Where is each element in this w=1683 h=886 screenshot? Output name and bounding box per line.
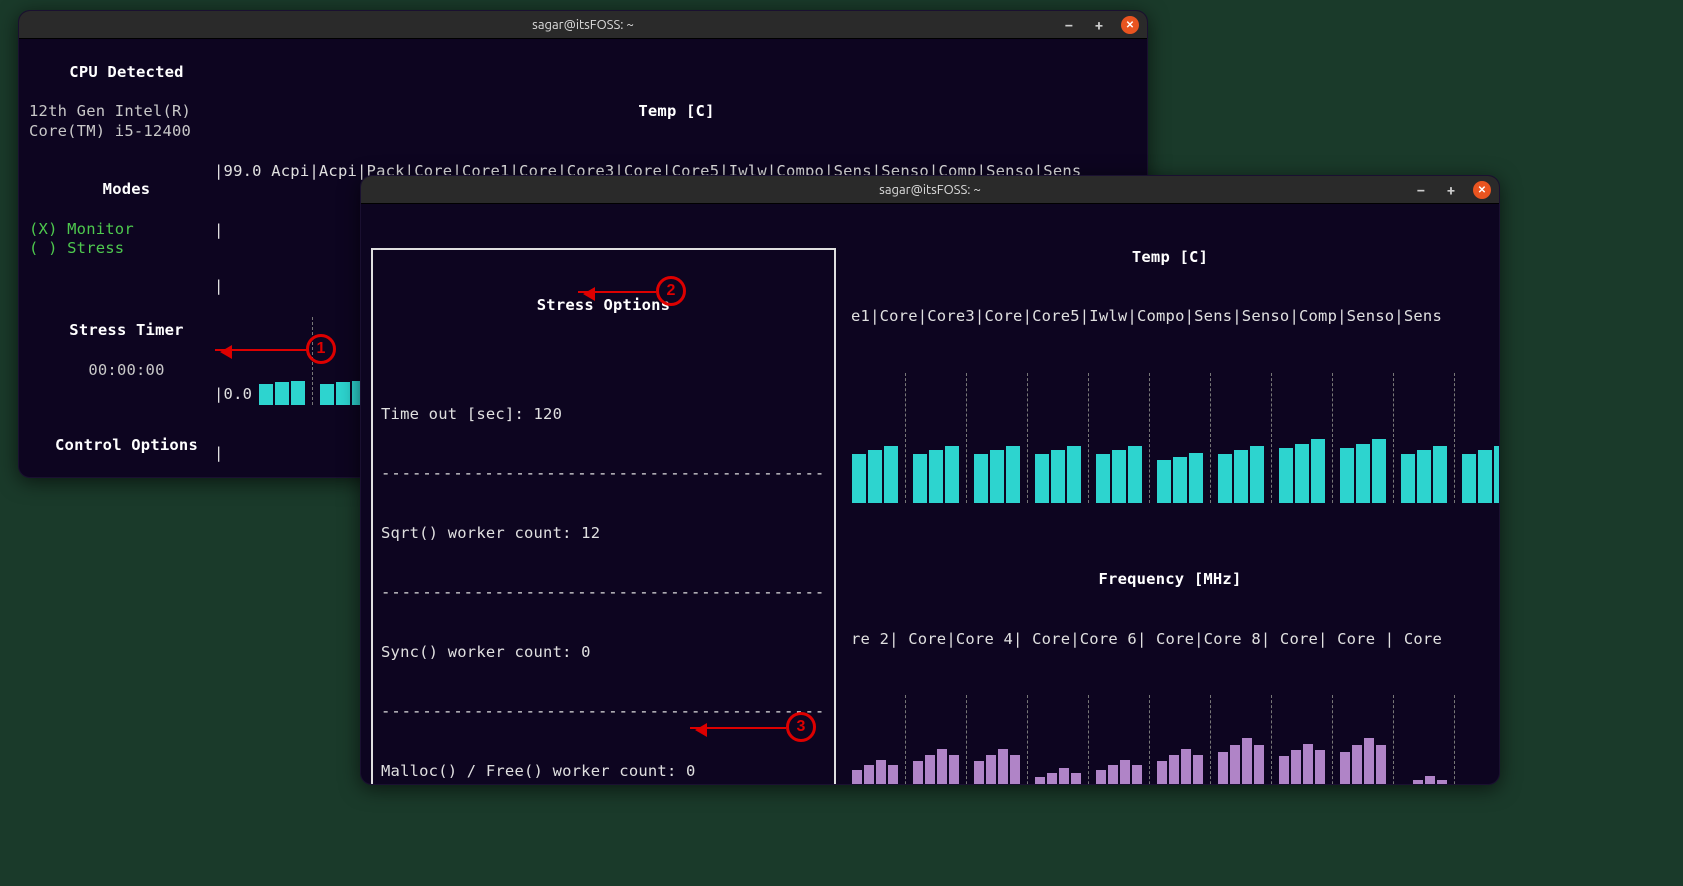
stress-options-dialog: Stress Options Time out [sec]: 120 -----… xyxy=(371,248,836,785)
temp-chart-2 xyxy=(851,373,1489,503)
maximize-icon[interactable]: + xyxy=(1443,182,1459,198)
callout-1: 1 xyxy=(306,334,336,364)
temp-columns-2: e1|Core|Core3|Core|Core5|Iwlw|Compo|Sens… xyxy=(851,307,1489,327)
callout-3: 3 xyxy=(786,712,816,742)
arrow-2 xyxy=(578,291,656,293)
maximize-icon[interactable]: + xyxy=(1091,17,1107,33)
temp-label-2: Temp [C] xyxy=(1132,248,1208,266)
arrow-3 xyxy=(690,727,786,729)
minimize-icon[interactable]: − xyxy=(1061,17,1077,33)
freq-label-2: Frequency [MHz] xyxy=(1099,570,1242,588)
stress-malloc[interactable]: Malloc() / Free() worker count: 0 xyxy=(381,762,826,782)
stress-sync[interactable]: Sync() worker count: 0 xyxy=(381,643,826,663)
close-icon[interactable]: ✕ xyxy=(1473,181,1491,199)
callout-2: 2 xyxy=(656,276,686,306)
mode-stress[interactable]: ( ) Stress xyxy=(29,239,224,259)
control-options-label: Control Options xyxy=(29,436,224,456)
cpu-model: 12th Gen Intel(R) Core(TM) i5-12400 xyxy=(29,102,191,140)
divider: ----------------------------------------… xyxy=(381,702,826,722)
window-title-1: sagar@itsFOSS: ~ xyxy=(532,18,634,32)
titlebar-1: sagar@itsFOSS: ~ − + ✕ xyxy=(19,11,1147,39)
temp-ymin: 0.0 xyxy=(224,385,253,405)
dialog-title: Stress Options xyxy=(381,296,826,316)
stress-timer-label: Stress Timer xyxy=(29,321,224,341)
close-icon[interactable]: ✕ xyxy=(1121,16,1139,34)
terminal-body-2: Temp [C] e1|Core|Core3|Core|Core5|Iwlw|C… xyxy=(361,204,1499,780)
titlebar-2: sagar@itsFOSS: ~ − + ✕ xyxy=(361,176,1499,204)
stress-timeout[interactable]: Time out [sec]: 120 xyxy=(381,405,826,425)
stress-timer-value: 00:00:00 xyxy=(29,361,224,381)
temp-label-1: Temp [C] xyxy=(638,102,714,120)
divider: ----------------------------------------… xyxy=(381,464,826,484)
stress-sqrt[interactable]: Sqrt() worker count: 12 xyxy=(381,524,826,544)
minimize-icon[interactable]: − xyxy=(1413,182,1429,198)
terminal-window-2: sagar@itsFOSS: ~ − + ✕ Temp [C] e1|Core|… xyxy=(360,175,1500,785)
window-title-2: sagar@itsFOSS: ~ xyxy=(879,183,981,197)
cpu-detected-label: CPU Detected xyxy=(29,63,224,83)
opt-graphs[interactable]: < Graphs > xyxy=(29,476,224,478)
freq-columns-2: re 2| Core|Core 4| Core|Core 6| Core|Cor… xyxy=(851,630,1489,650)
divider: ----------------------------------------… xyxy=(381,583,826,603)
mode-monitor[interactable]: (X) Monitor xyxy=(29,220,134,238)
temp-ymax: 99.0 xyxy=(224,162,262,180)
modes-label: Modes xyxy=(29,180,224,200)
arrow-1 xyxy=(215,349,307,351)
freq-chart-2 xyxy=(851,695,1489,785)
